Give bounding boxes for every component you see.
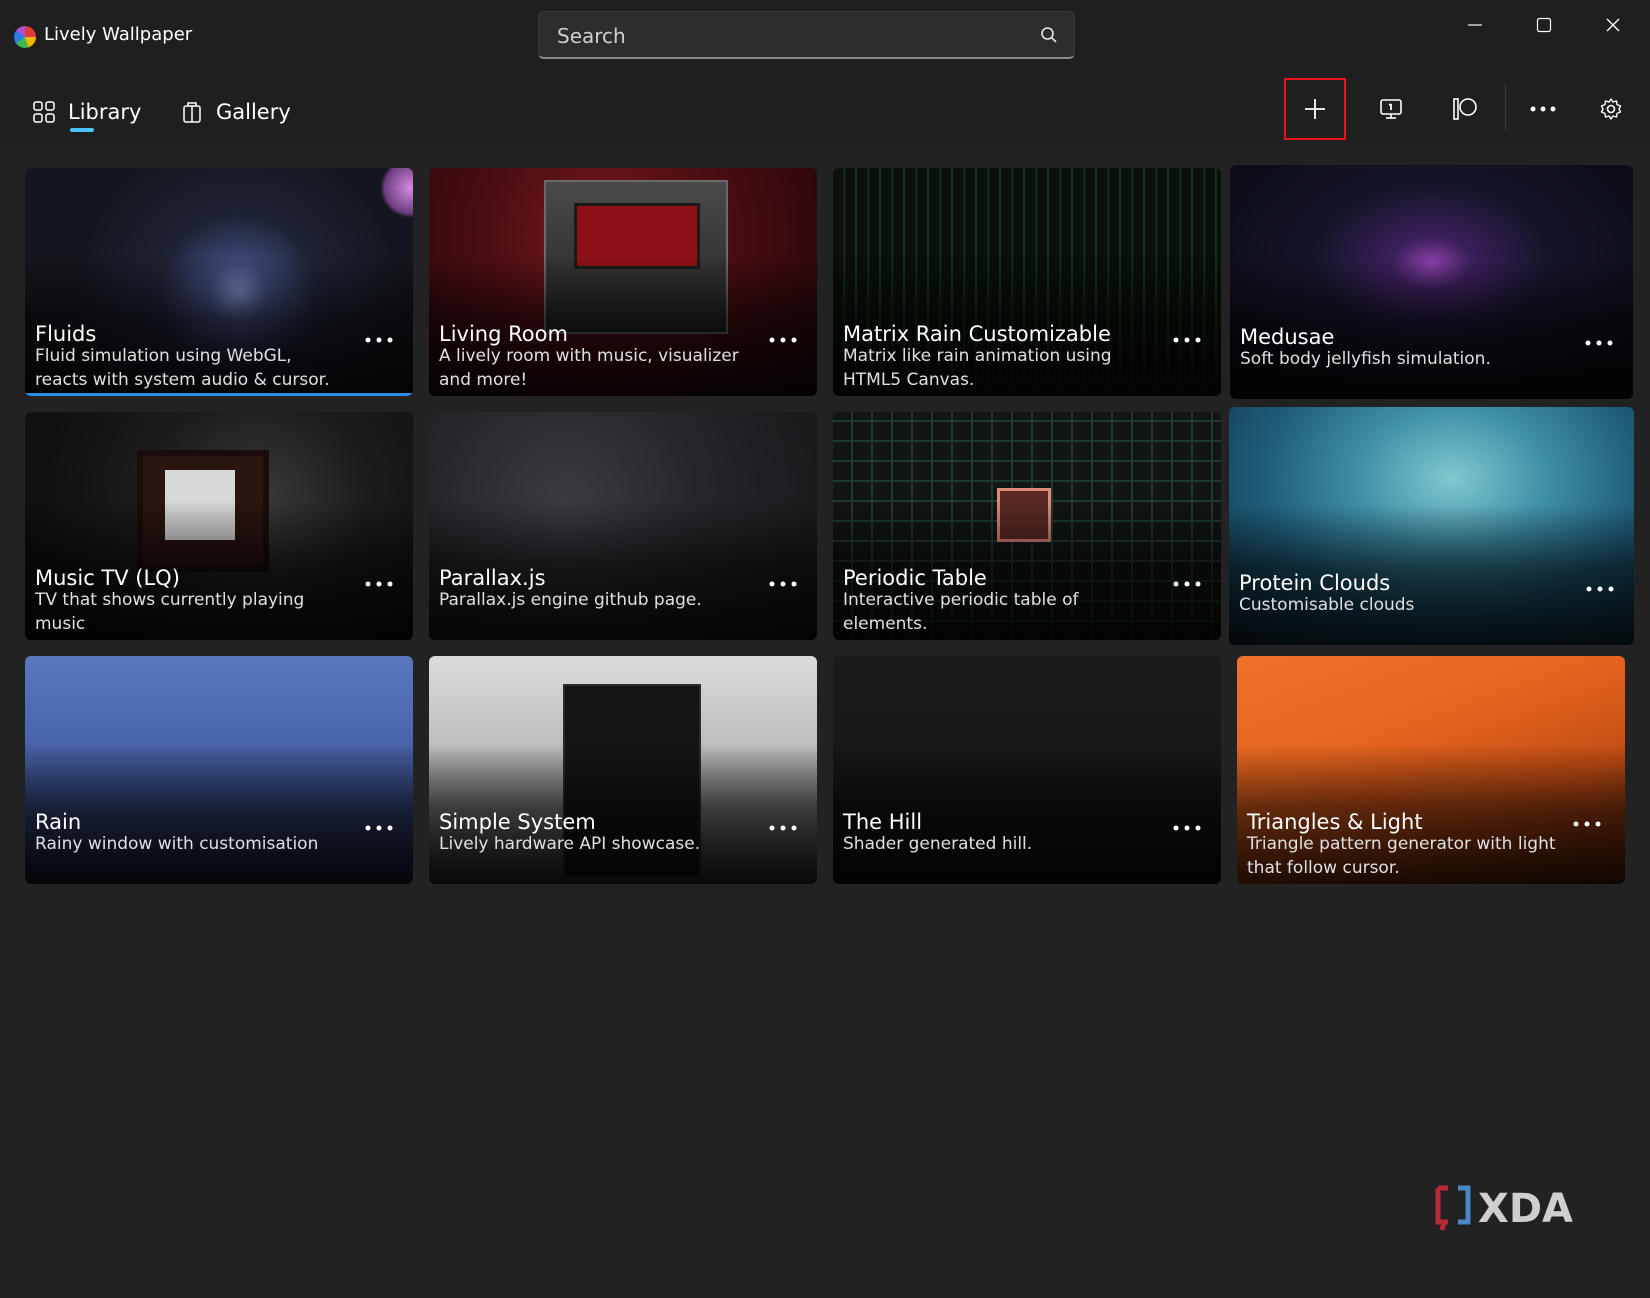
xda-watermark-logo: XDA [1435,1185,1573,1232]
minimize-icon [1468,24,1482,26]
grid-icon [33,101,55,123]
wallpaper-title: Matrix Rain Customizable [843,322,1111,346]
wallpaper-title: Medusae [1240,325,1335,349]
wallpaper-title: Protein Clouds [1239,571,1391,595]
card-more-icon[interactable] [1171,574,1203,594]
gear-icon [1600,98,1622,120]
toolbar: Library Gallery [0,72,1650,144]
settings-button[interactable] [1580,78,1642,140]
app-title: Lively Wallpaper [44,24,193,45]
wallpaper-description: TV that shows currently playing music [35,590,305,634]
tab-library[interactable]: Library [32,92,141,132]
search-box[interactable] [538,11,1075,59]
close-button[interactable] [1591,8,1635,42]
svg-text:XDA: XDA [1478,1186,1573,1232]
card-more-icon[interactable] [363,574,395,594]
wallpaper-title: Rain [35,810,82,834]
bag-icon [183,102,201,123]
wallpaper-card-parallax[interactable]: Parallax.js Parallax.js engine github pa… [429,412,817,640]
app-logo-icon [14,26,36,48]
wallpaper-title: Simple System [439,810,596,834]
more-button[interactable] [1512,78,1574,140]
wallpaper-title: Triangles & Light [1247,810,1423,834]
card-more-icon[interactable] [1584,579,1616,599]
wallpaper-title: The Hill [843,810,923,834]
wallpaper-description: Fluid simulation using WebGL, reacts wit… [35,346,330,390]
wallpaper-description: Parallax.js engine github page. [439,590,702,610]
more-horizontal-icon [1530,106,1556,112]
minimize-button[interactable] [1453,8,1497,42]
wallpaper-card-medusae[interactable]: Medusae Soft body jellyfish simulation. [1230,165,1633,399]
wallpaper-title: Music TV (LQ) [35,566,180,590]
card-more-icon[interactable] [767,818,799,838]
patreon-button[interactable] [1434,78,1496,140]
card-more-icon[interactable] [767,574,799,594]
wallpaper-description: Matrix like rain animation using HTML5 C… [843,346,1112,390]
wallpaper-card-matrix-rain[interactable]: Matrix Rain Customizable Matrix like rai… [833,168,1221,396]
search-input[interactable] [555,22,999,50]
wallpaper-title: Living Room [439,322,568,346]
tab-gallery[interactable]: Gallery [180,92,291,132]
card-more-icon[interactable] [363,818,395,838]
card-more-icon[interactable] [767,330,799,350]
wallpaper-card-triangles-light[interactable]: Triangles & Light Triangle pattern gener… [1237,656,1625,884]
tab-gallery-label: Gallery [216,100,291,124]
display-button[interactable] [1360,78,1422,140]
maximize-icon [1536,17,1552,33]
wallpaper-description: Triangle pattern generator with light th… [1247,834,1556,878]
title-bar: Lively Wallpaper [0,0,1650,72]
tab-library-label: Library [68,100,142,124]
card-more-icon[interactable] [1171,330,1203,350]
card-more-icon[interactable] [363,330,395,350]
plus-icon [1305,99,1325,119]
fluid-blob [380,168,413,218]
wallpaper-card-music-tv[interactable]: Music TV (LQ) TV that shows currently pl… [25,412,413,640]
wallpaper-title: Parallax.js [439,566,546,590]
wallpaper-card-protein-clouds[interactable]: Protein Clouds Customisable clouds [1229,407,1634,645]
patreon-icon [1453,98,1477,120]
wallpaper-description: A lively room with music, visualizer and… [439,346,739,390]
close-icon [1606,18,1620,32]
maximize-button[interactable] [1522,8,1566,42]
wallpaper-card-rain[interactable]: Rain Rainy window with customisation [25,656,413,884]
wallpaper-card-periodic-table[interactable]: Periodic Table Interactive periodic tabl… [833,412,1221,640]
wallpaper-card-the-hill[interactable]: The Hill Shader generated hill. [833,656,1221,884]
card-more-icon[interactable] [1583,333,1615,353]
add-wallpaper-button[interactable] [1284,78,1346,140]
wallpaper-description: Rainy window with customisation [35,834,319,854]
card-more-icon[interactable] [1171,818,1203,838]
wallpaper-title: Periodic Table [843,566,987,590]
wallpaper-description: Shader generated hill. [843,834,1033,854]
toolbar-separator [1505,84,1506,130]
wallpaper-description: Lively hardware API showcase. [439,834,701,854]
search-icon[interactable] [1040,26,1058,44]
wallpaper-description: Customisable clouds [1239,595,1415,615]
wallpaper-card-simple-system[interactable]: Simple System Lively hardware API showca… [429,656,817,884]
wallpaper-title: Fluids [35,322,97,346]
wallpaper-card-living-room[interactable]: Living Room A lively room with music, vi… [429,168,817,396]
wallpaper-description: Interactive periodic table of elements. [843,590,1079,634]
active-tab-indicator [70,128,94,132]
wallpaper-card-fluids[interactable]: Fluids Fluid simulation using WebGL, rea… [25,168,413,396]
card-more-icon[interactable] [1571,814,1603,834]
wallpaper-description: Soft body jellyfish simulation. [1240,349,1491,369]
monitor-icon [1380,99,1402,119]
